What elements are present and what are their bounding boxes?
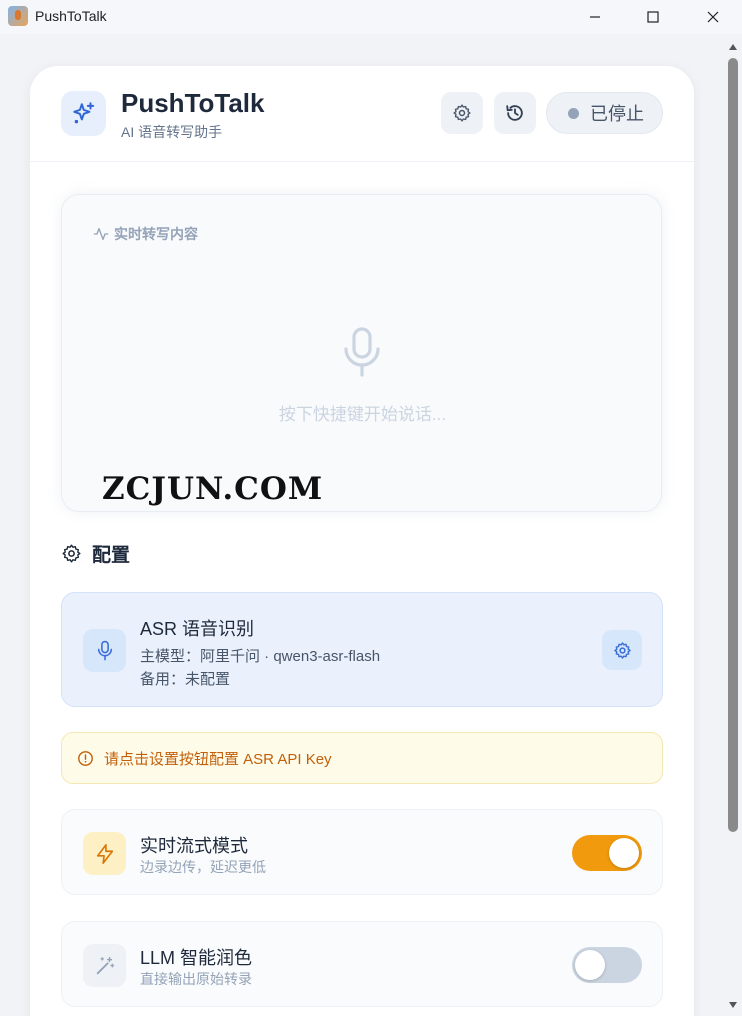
minimize-button[interactable]: [570, 0, 620, 34]
activity-icon: [93, 228, 109, 240]
transcript-placeholder: 按下快捷键开始说话...: [278, 405, 447, 424]
vertical-scrollbar[interactable]: [724, 34, 742, 1016]
app-name: PushToTalk: [121, 88, 265, 118]
lightning-icon: [96, 843, 113, 864]
asr-card: ASR 语音识别 主模型：阿里千问 · qwen3-asr-flash 备用：未…: [61, 592, 663, 707]
scrollbar-thumb[interactable]: [728, 58, 738, 832]
main-card: PushToTalk AI 语音转写助手 已停止 实时转写内容 按下快捷键开始说…: [30, 66, 694, 1016]
streaming-subtitle: 边录边传，延迟更低: [140, 859, 266, 875]
app-icon: [8, 6, 28, 26]
llm-toggle[interactable]: [572, 947, 642, 983]
minimize-icon: [590, 16, 600, 18]
config-section-title: 配置: [61, 540, 130, 567]
history-button[interactable]: [494, 92, 536, 134]
asr-settings-button[interactable]: [602, 630, 642, 670]
asr-icon-box: [83, 629, 126, 672]
toggle-knob: [575, 950, 605, 980]
streaming-title: 实时流式模式: [140, 836, 248, 856]
status-text: 已停止: [590, 104, 644, 124]
transcript-label: 实时转写内容: [93, 224, 198, 244]
maximize-button[interactable]: [628, 0, 678, 34]
scroll-up-icon: [729, 44, 737, 50]
history-icon: [506, 105, 523, 121]
asr-backup-model: 备用：未配置: [140, 671, 231, 688]
app-subtitle: AI 语音转写助手: [121, 124, 223, 140]
gear-icon: [62, 544, 81, 563]
microphone-icon: [344, 327, 380, 377]
alert-circle-icon: [78, 750, 93, 766]
llm-icon-box: [83, 944, 126, 987]
close-icon: [707, 11, 719, 23]
maximize-icon: [647, 11, 659, 23]
window-titlebar: PushToTalk: [0, 0, 742, 34]
gear-icon: [613, 641, 631, 659]
settings-button[interactable]: [441, 92, 483, 134]
toggle-knob: [609, 838, 639, 868]
llm-subtitle: 直接输出原始转录: [140, 971, 252, 987]
header: PushToTalk AI 语音转写助手 已停止: [30, 66, 694, 162]
transcript-panel: 实时转写内容 按下快捷键开始说话... ZCJUN.COM: [61, 194, 662, 512]
config-title-text: 配置: [92, 545, 131, 566]
window-title: PushToTalk: [35, 8, 107, 24]
transcript-label-text: 实时转写内容: [114, 226, 198, 242]
status-button[interactable]: 已停止: [546, 92, 663, 134]
streaming-toggle[interactable]: [572, 835, 642, 871]
microphone-icon: [97, 640, 112, 660]
streaming-mode-row: 实时流式模式 边录边传，延迟更低: [61, 809, 663, 895]
llm-title: LLM 智能润色: [140, 948, 253, 968]
scroll-down-icon: [729, 1002, 737, 1008]
asr-title: ASR 语音识别: [140, 619, 255, 639]
asr-primary-model: 主模型：阿里千问 · qwen3-asr-flash: [140, 648, 381, 665]
warning-text: 请点击设置按钮配置 ASR API Key: [104, 750, 332, 768]
gear-icon: [453, 104, 471, 122]
llm-polish-row: LLM 智能润色 直接输出原始转录: [61, 921, 663, 1007]
sparkles-icon: [72, 101, 94, 123]
status-dot: [568, 107, 579, 119]
streaming-icon-box: [83, 832, 126, 875]
magic-wand-icon: [96, 956, 114, 974]
close-button[interactable]: [688, 0, 738, 34]
api-key-warning: 请点击设置按钮配置 ASR API Key: [61, 732, 663, 784]
logo: [61, 91, 106, 136]
watermark: ZCJUN.COM: [102, 471, 324, 507]
